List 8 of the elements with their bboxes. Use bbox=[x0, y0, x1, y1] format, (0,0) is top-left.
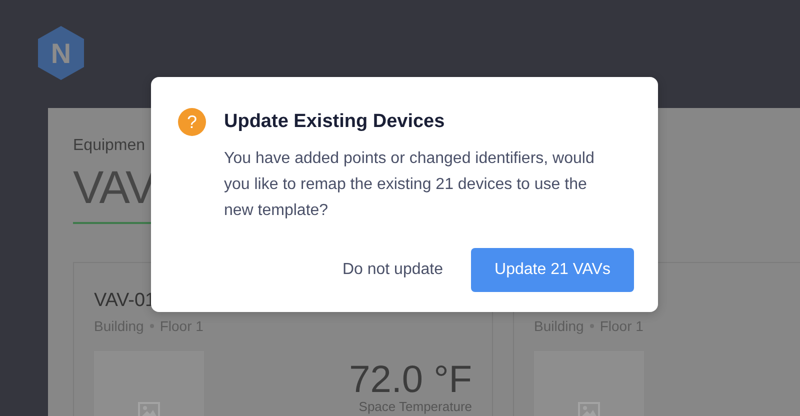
temperature-reading: 72.0 °F bbox=[349, 361, 472, 399]
breadcrumb: Equipmen bbox=[73, 136, 146, 156]
cancel-button[interactable]: Do not update bbox=[322, 248, 463, 292]
page-title: VAV bbox=[73, 160, 156, 214]
dialog-message: You have added points or changed identifiers, would you like to remap the existing 21 devices to use the new template? bbox=[224, 149, 596, 221]
logo: N bbox=[36, 25, 86, 81]
help-icon: ? bbox=[178, 108, 206, 136]
dialog-title: Update Existing Devices bbox=[224, 111, 445, 133]
